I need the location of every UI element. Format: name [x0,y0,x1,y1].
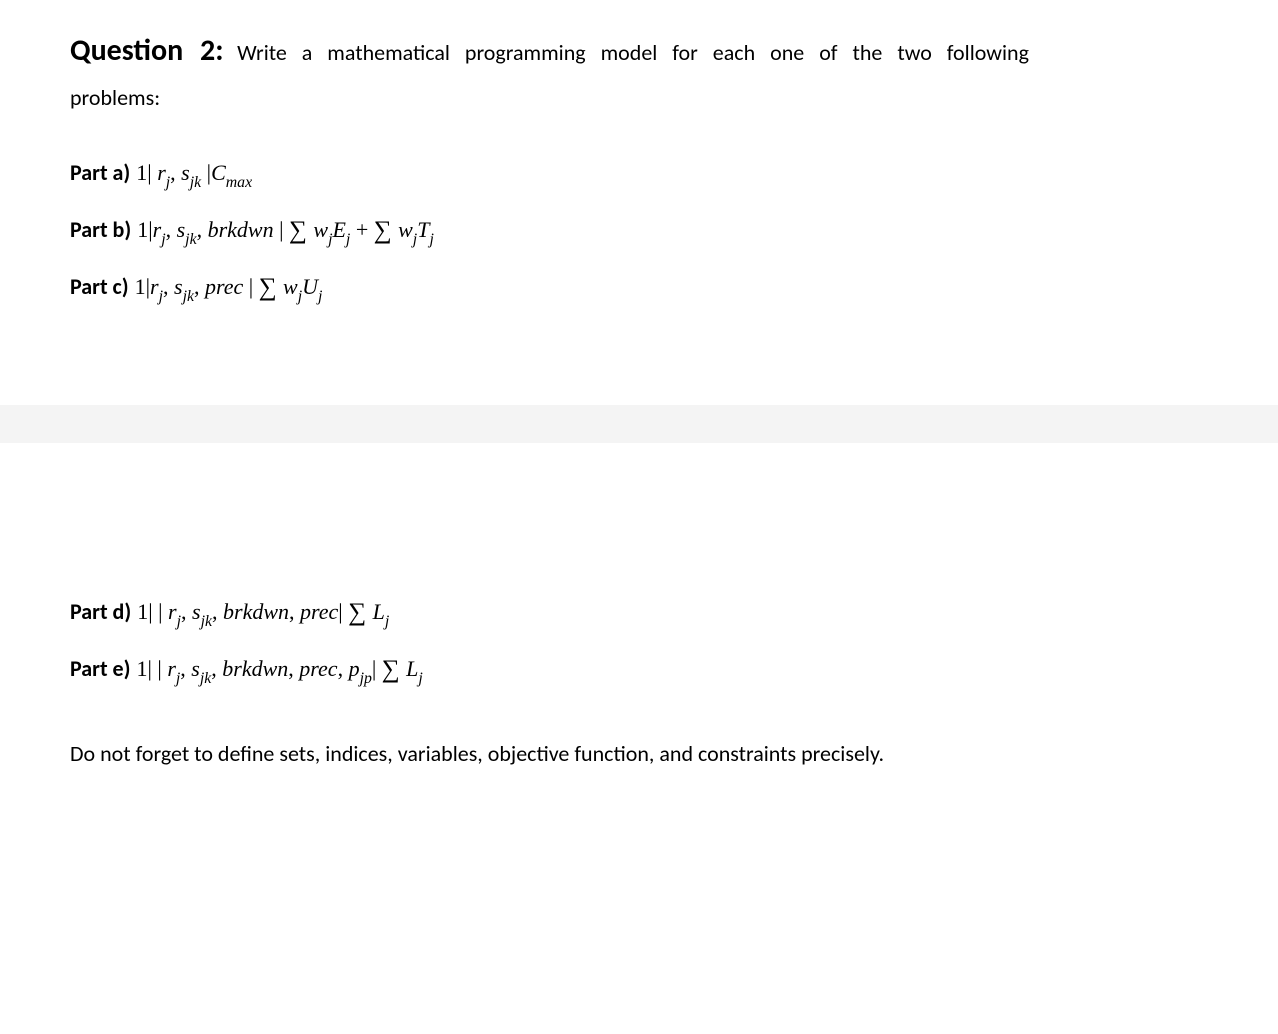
part-e-notation: 1| | rj, sjk, brkdwn, prec, pjp| ∑ Lj [137,650,423,689]
footer-instruction: Do not forget to define sets, indices, v… [70,737,1208,770]
part-a-label: Part a) [70,156,130,189]
part-c-notation: 1|rj, sjk, prec | ∑ wjUj [135,268,323,307]
upper-content: Question 2: Write a mathematical program… [70,24,1208,345]
part-b: Part b) 1|rj, sjk, brkdwn | ∑ wjEj + ∑ w… [70,211,1208,250]
part-a-notation: 1| rj, sjk |Cmax [136,156,252,193]
part-d: Part d) 1| | rj, sjk, brkdwn, prec| ∑ Lj [70,593,1208,632]
question-intro-line2: problems: [70,78,1208,118]
part-e: Part e) 1| | rj, sjk, brkdwn, prec, pjp|… [70,650,1208,689]
part-e-label: Part e) [70,652,131,685]
part-b-notation: 1|rj, sjk, brkdwn | ∑ wjEj + ∑ wjTj [137,211,434,250]
lower-content: Part d) 1| | rj, sjk, brkdwn, prec| ∑ Lj… [0,593,1278,770]
question-intro-line1: Write a mathematical programming model f… [237,39,1029,66]
question-header: Question 2: Write a mathematical program… [70,24,1208,118]
part-c: Part c) 1|rj, sjk, prec | ∑ wjUj [70,268,1208,307]
part-d-label: Part d) [70,595,131,628]
part-d-notation: 1| | rj, sjk, brkdwn, prec| ∑ Lj [137,593,389,632]
question-label: Question 2: [70,32,223,69]
part-a: Part a) 1| rj, sjk |Cmax [70,156,1208,193]
document-page: Question 2: Write a mathematical program… [0,0,1278,345]
part-c-label: Part c) [70,270,129,303]
section-divider [0,405,1278,443]
part-b-label: Part b) [70,213,131,246]
